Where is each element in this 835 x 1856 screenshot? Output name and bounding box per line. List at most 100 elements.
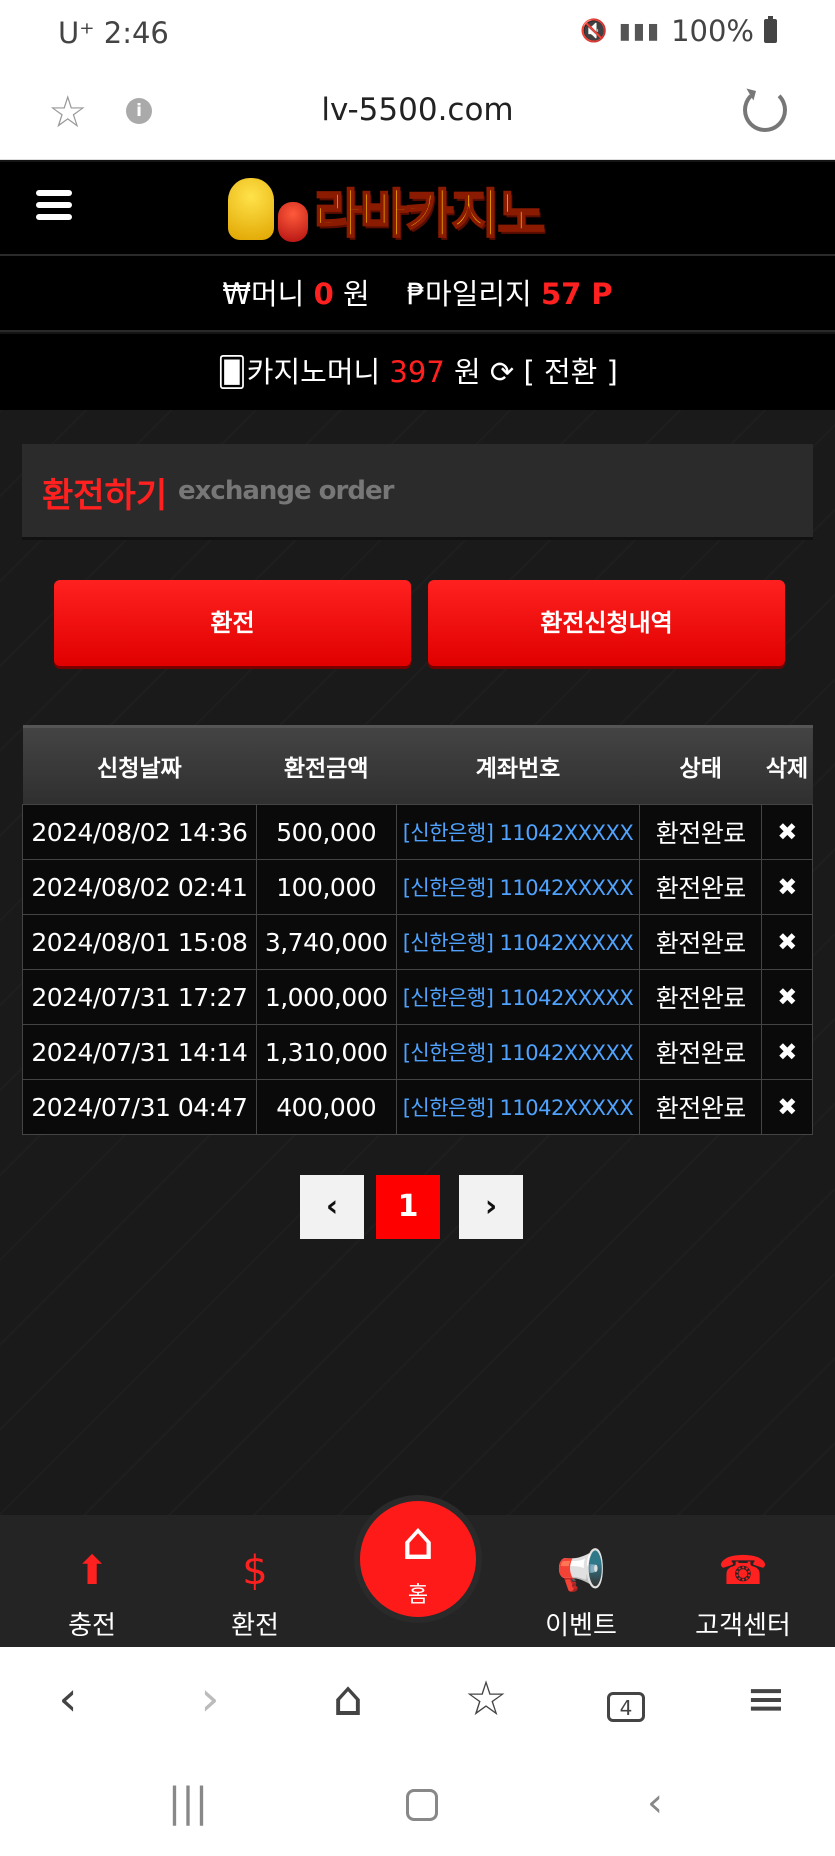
current-page-button[interactable]: 1 <box>376 1175 440 1239</box>
delete-icon[interactable]: ✖ <box>761 914 813 970</box>
header-delete: 삭제 <box>761 725 813 805</box>
section-title: 환전하기 exchange order <box>22 444 813 540</box>
cell-date: 2024/07/31 14:14 <box>22 1024 257 1080</box>
exchange-records-table: 신청날짜 환전금액 계좌번호 상태 삭제 2024/08/02 14:36 50… <box>22 725 813 1135</box>
status-icons: 🔇 ▮▮▮ 100% <box>580 14 777 48</box>
cell-date: 2024/08/01 15:08 <box>22 914 257 970</box>
cell-account: [신한은행] 11042XXXXX <box>395 1079 641 1135</box>
cell-account: [신한은행] 11042XXXXX <box>395 914 641 970</box>
battery-text: 100% <box>671 14 754 48</box>
cell-status: 환전완료 <box>639 1024 763 1080</box>
delete-icon[interactable]: ✖ <box>761 1079 813 1135</box>
nav-home-button[interactable]: ⌂ 홈 <box>354 1495 482 1623</box>
convert-button[interactable]: [ 전환 ] <box>523 355 617 389</box>
table-header-row: 신청날짜 환전금액 계좌번호 상태 삭제 <box>22 725 813 805</box>
next-page-button[interactable]: › <box>459 1175 523 1239</box>
cell-amount: 3,740,000 <box>255 914 397 970</box>
cell-account: [신한은행] 11042XXXXX <box>395 859 641 915</box>
forward-icon[interactable]: › <box>180 1671 240 1727</box>
nav-deposit-label: 충전 <box>68 1611 116 1641</box>
table-row: 2024/08/02 14:36 500,000 [신한은행] 11042XXX… <box>22 804 813 860</box>
cell-amount: 100,000 <box>255 859 397 915</box>
cell-amount: 1,000,000 <box>255 969 397 1025</box>
reload-icon[interactable] <box>743 88 787 132</box>
nav-exchange-label: 환전 <box>231 1611 279 1641</box>
coins-hand-icon: $ <box>242 1548 268 1594</box>
casino-money-value: 397 <box>389 355 445 389</box>
delete-icon[interactable]: ✖ <box>761 859 813 915</box>
cell-date: 2024/08/02 14:36 <box>22 804 257 860</box>
tabs-count: 4 <box>607 1692 645 1722</box>
home-icon[interactable]: ⌂ <box>318 1671 378 1727</box>
exchange-button[interactable]: 환전 <box>54 580 411 666</box>
prev-page-button[interactable]: ‹ <box>300 1175 364 1239</box>
system-nav-bar: ||| ‹ <box>0 1751 835 1856</box>
larva-red-mascot <box>278 202 308 242</box>
megaphone-icon: 📢 <box>556 1548 606 1594</box>
header-date: 신청날짜 <box>22 725 257 805</box>
table-row: 2024/07/31 04:47 400,000 [신한은행] 11042XXX… <box>22 1079 813 1135</box>
site-header: 라바카지노 <box>0 162 835 256</box>
money-label: ₩머니 <box>222 277 305 311</box>
section-title-en: exchange order <box>178 476 394 506</box>
nav-deposit[interactable]: ⬆ 충전 <box>27 1543 157 1642</box>
browser-toolbar: ‹ › ⌂ ☆ 4 ≡ <box>0 1647 835 1751</box>
money-row: ₩머니 0 원 ₱마일리지 57 P <box>0 256 835 332</box>
money-value: 0 <box>313 277 334 311</box>
status-bar: U⁺ 2:46 🔇 ▮▮▮ 100% <box>0 0 835 70</box>
browser-url-bar: ☆ i lv-5500.com <box>0 70 835 160</box>
delete-icon[interactable]: ✖ <box>761 1024 813 1080</box>
casino-money-label: 🂠카지노머니 <box>217 355 381 389</box>
table-row: 2024/07/31 14:14 1,310,000 [신한은행] 11042X… <box>22 1024 813 1080</box>
logo-text: 라바카지노 <box>313 184 546 246</box>
battery-icon <box>764 16 777 43</box>
table-row: 2024/07/31 17:27 1,000,000 [신한은행] 11042X… <box>22 969 813 1025</box>
casino-money-unit: 원 <box>454 355 481 389</box>
signal-icon: 🔇 ▮▮▮ <box>580 18 662 44</box>
refresh-icon[interactable]: ⟳ <box>490 355 514 389</box>
url-text[interactable]: lv-5500.com <box>0 92 835 128</box>
table-row: 2024/08/01 15:08 3,740,000 [신한은행] 11042X… <box>22 914 813 970</box>
nav-exchange[interactable]: $ 환전 <box>190 1543 320 1642</box>
nav-support[interactable]: ☎ 고객센터 <box>678 1543 808 1642</box>
mileage-value: 57 P <box>540 277 613 311</box>
back-icon[interactable]: ‹ <box>38 1671 98 1727</box>
recent-apps-icon[interactable]: ||| <box>158 1775 218 1831</box>
system-back-icon[interactable]: ‹ <box>625 1775 685 1831</box>
table-row: 2024/08/02 02:41 100,000 [신한은행] 11042XXX… <box>22 859 813 915</box>
cell-account: [신한은행] 11042XXXXX <box>395 804 641 860</box>
system-home-icon[interactable] <box>392 1775 452 1831</box>
deposit-box-icon: ⬆ <box>75 1548 109 1594</box>
delete-icon[interactable]: ✖ <box>761 804 813 860</box>
menu-icon[interactable] <box>36 190 72 222</box>
cell-status: 환전완료 <box>639 859 763 915</box>
menu-more-icon[interactable]: ≡ <box>736 1671 796 1727</box>
site-logo[interactable]: 라바카지노 <box>228 176 546 246</box>
nav-support-label: 고객센터 <box>695 1611 791 1641</box>
section-title-ko: 환전하기 <box>42 476 168 516</box>
delete-icon[interactable]: ✖ <box>761 969 813 1025</box>
cell-status: 환전완료 <box>639 1079 763 1135</box>
bookmarks-icon[interactable]: ☆ <box>456 1671 516 1727</box>
casino-money-row: 🂠카지노머니 397 원 ⟳ [ 전환 ] <box>0 334 835 410</box>
larva-yellow-mascot <box>228 178 274 240</box>
header-amount: 환전금액 <box>256 725 397 805</box>
header-status: 상태 <box>639 725 762 805</box>
tabs-icon[interactable]: 4 <box>596 1671 656 1727</box>
cell-amount: 500,000 <box>255 804 397 860</box>
nav-event-label: 이벤트 <box>545 1611 617 1641</box>
money-unit: 원 <box>343 277 370 311</box>
cell-status: 환전완료 <box>639 914 763 970</box>
cell-date: 2024/07/31 04:47 <box>22 1079 257 1135</box>
nav-home-label: 홈 <box>407 1583 429 1608</box>
cell-status: 환전완료 <box>639 969 763 1025</box>
house-icon: ⌂ <box>401 1512 435 1572</box>
header-account: 계좌번호 <box>396 725 640 805</box>
exchange-history-button[interactable]: 환전신청내역 <box>428 580 785 666</box>
mileage-label: ₱마일리지 <box>406 277 532 311</box>
nav-event[interactable]: 📢 이벤트 <box>516 1543 646 1642</box>
cell-date: 2024/08/02 02:41 <box>22 859 257 915</box>
cell-amount: 1,310,000 <box>255 1024 397 1080</box>
cell-account: [신한은행] 11042XXXXX <box>395 969 641 1025</box>
cell-status: 환전완료 <box>639 804 763 860</box>
